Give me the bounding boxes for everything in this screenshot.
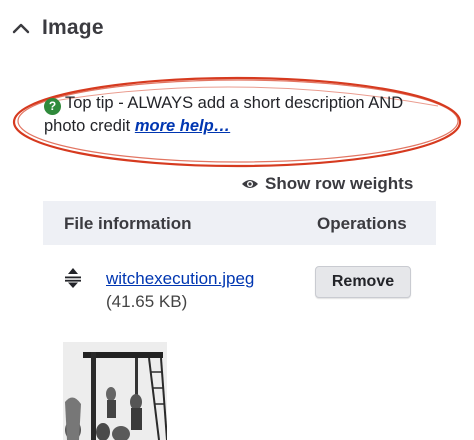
table-header: File information Operations xyxy=(43,201,436,245)
show-row-weights-label: Show row weights xyxy=(265,174,414,193)
file-size: (41.65 KB) xyxy=(106,292,188,311)
chevron-up-icon xyxy=(12,23,30,34)
image-section-toggle[interactable]: Image xyxy=(12,16,104,40)
file-link[interactable]: witchexecution.jpeg xyxy=(106,269,254,289)
drag-handle-icon[interactable] xyxy=(63,267,83,289)
image-field-widget: Image ? Top tip - ALWAYS add a short desc… xyxy=(0,0,474,440)
tip-message: ? Top tip - ALWAYS add a short descriptio… xyxy=(44,92,440,137)
column-header-file-information: File information xyxy=(64,214,192,233)
remove-button[interactable]: Remove xyxy=(315,266,411,298)
eye-icon xyxy=(242,180,258,188)
image-thumbnail xyxy=(63,342,167,440)
column-header-operations: Operations xyxy=(317,214,407,233)
question-circle-icon: ? xyxy=(44,98,61,115)
section-title: Image xyxy=(42,16,104,39)
more-help-link[interactable]: more help… xyxy=(135,117,230,135)
show-row-weights-button[interactable]: Show row weights xyxy=(241,174,413,194)
